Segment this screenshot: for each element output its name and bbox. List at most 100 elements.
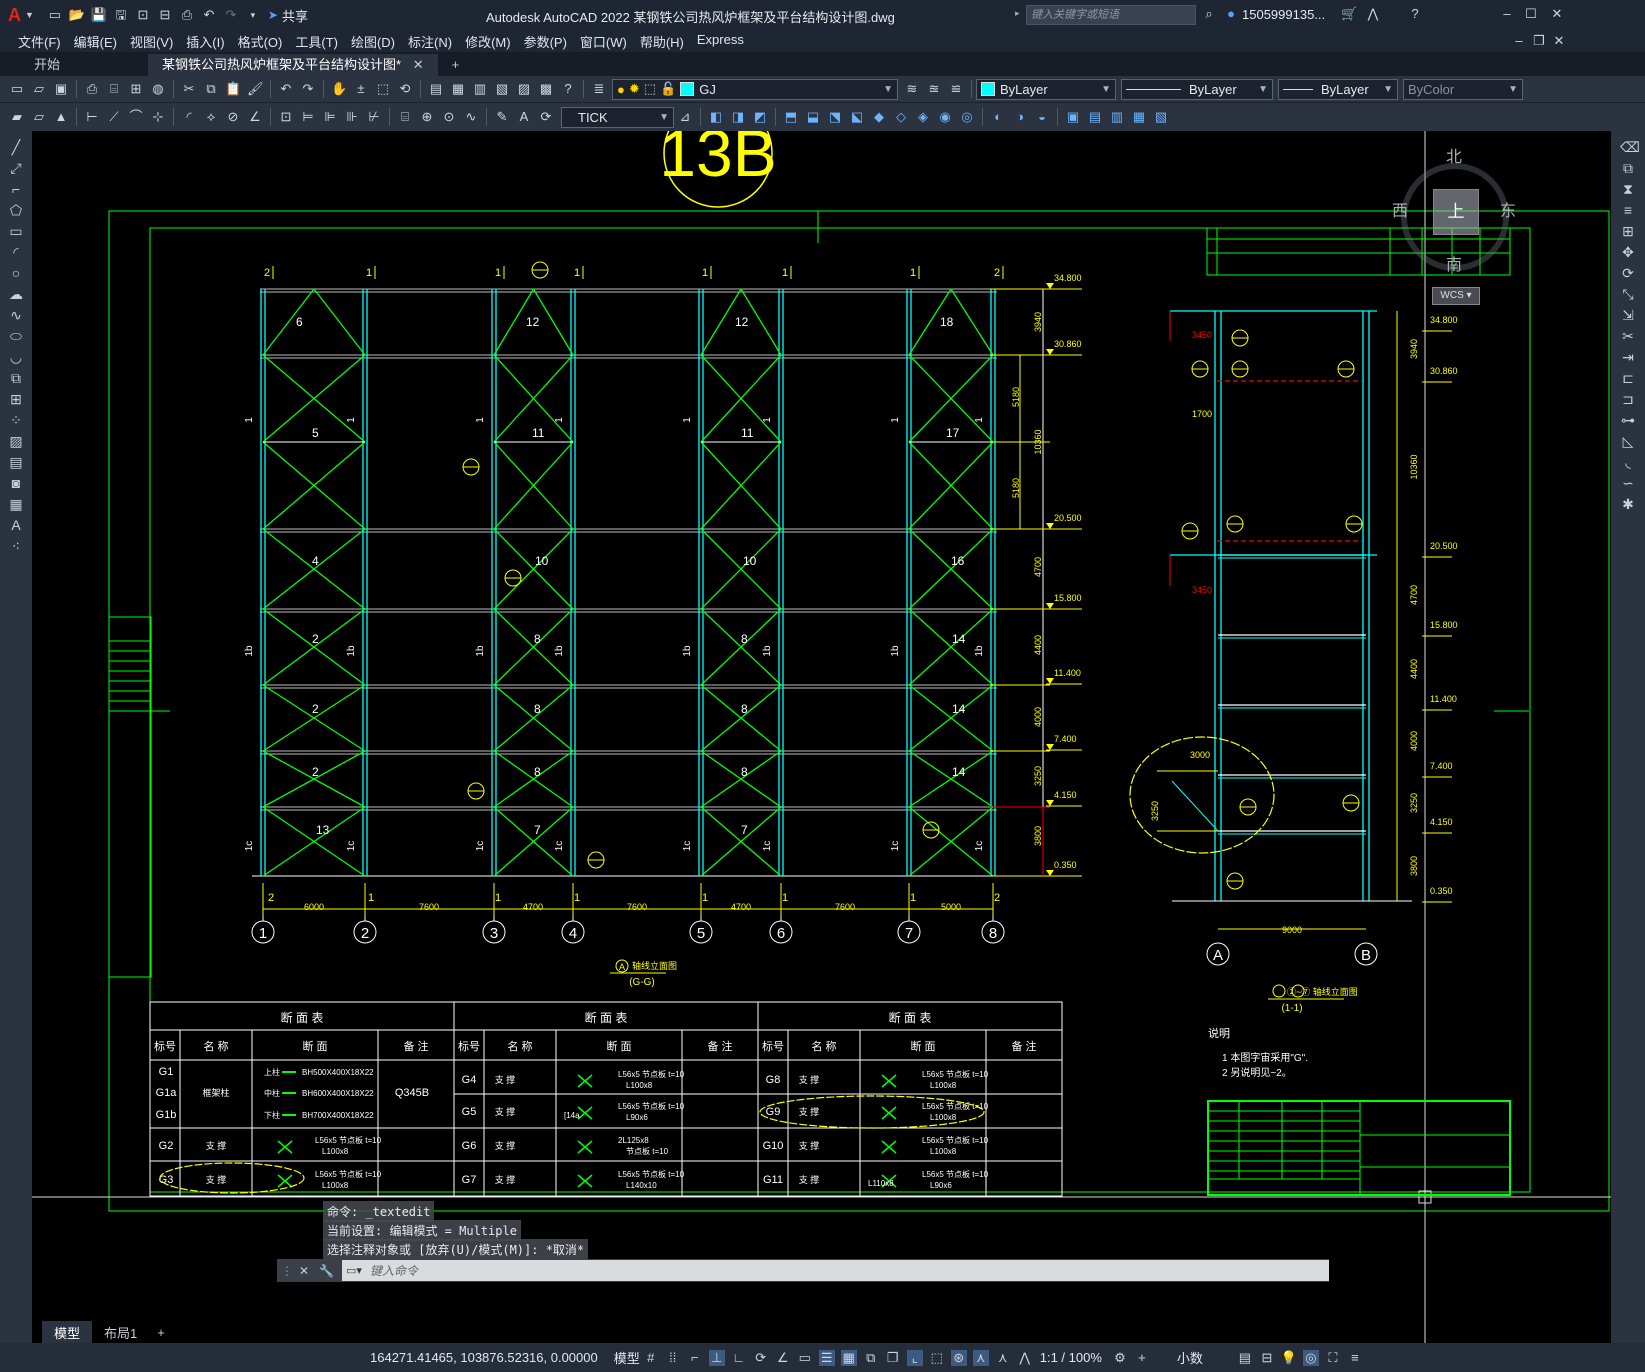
web-open-icon[interactable]: ⊡	[135, 7, 151, 23]
clean-screen-icon[interactable]: ⛶	[1325, 1350, 1341, 1366]
quick-dim-icon[interactable]: ⊡	[278, 109, 294, 125]
menu-item-5[interactable]: 工具(T)	[295, 32, 338, 51]
zoom-realtime-icon[interactable]: ±	[353, 81, 369, 97]
arc-tool-icon[interactable]: ◜	[8, 244, 24, 260]
osnap-icon[interactable]: ▭	[797, 1350, 813, 1366]
wedge-icon[interactable]: ▦	[1131, 109, 1147, 125]
region-tool-icon[interactable]: ◙	[8, 475, 24, 491]
material-icon[interactable]: ◒	[1034, 109, 1050, 125]
tab-add-button[interactable]: +	[438, 54, 474, 76]
selection-cycling-icon[interactable]: ⧉	[863, 1350, 879, 1366]
tool-palettes-icon[interactable]: ▥	[472, 81, 488, 97]
viewcube[interactable]: 上 北 南 西 东 WCS ▾	[1392, 141, 1516, 321]
ellipse-arc-tool-icon[interactable]: ◡	[8, 349, 24, 365]
menu-item-6[interactable]: 绘图(D)	[351, 32, 395, 51]
selection-filter-icon[interactable]: ⬚	[929, 1350, 945, 1366]
explode-tool-icon[interactable]: ✱	[1620, 496, 1636, 512]
rectangle-tool-icon[interactable]: ▭	[8, 223, 24, 239]
lightbulb-icon[interactable]: ●	[617, 82, 625, 97]
command-close-icon[interactable]: ✕	[299, 1264, 309, 1278]
redo-toolbar-icon[interactable]: ↷	[300, 81, 316, 97]
line-tool-icon[interactable]: ╱	[8, 139, 24, 155]
undo-icon[interactable]: ↶	[201, 7, 217, 23]
menu-item-10[interactable]: 窗口(W)	[580, 32, 627, 51]
ortho-icon[interactable]: ⊥	[708, 1349, 725, 1366]
menu-item-8[interactable]: 修改(M)	[465, 32, 511, 51]
auto-scale-icon[interactable]: ⋏	[995, 1350, 1011, 1366]
customization-icon[interactable]: ≡	[1347, 1350, 1363, 1366]
3d-dwf-icon[interactable]: ◍	[150, 81, 166, 97]
dim-radius-icon[interactable]: ◜	[181, 109, 197, 125]
search-input[interactable]: 键入关键字或短语	[1026, 5, 1196, 25]
join-tool-icon[interactable]: ⊶	[1620, 412, 1636, 428]
layer-tool-icon[interactable]: ▰	[9, 109, 25, 125]
align-3d-icon[interactable]: ⬔	[827, 109, 843, 125]
jogged-linear-icon[interactable]: ∿	[463, 109, 479, 125]
color-dropdown[interactable]: ByLayer ▼	[976, 78, 1116, 100]
tab-close-icon[interactable]: ✕	[413, 57, 424, 72]
polyline-tool-icon[interactable]: ⌐	[8, 181, 24, 197]
annotation-visibility-icon[interactable]: ⋏	[972, 1349, 989, 1366]
add-selected-icon[interactable]: ⁖	[8, 538, 24, 554]
lock-ui-icon[interactable]: ⊟	[1259, 1350, 1275, 1366]
plotstyle-dropdown[interactable]: ByColor ▼	[1403, 78, 1523, 100]
menu-item-0[interactable]: 文件(F)	[18, 32, 61, 51]
design-center-icon[interactable]: ▦	[450, 81, 466, 97]
menu-item-3[interactable]: 插入(I)	[186, 32, 224, 51]
view-top-icon[interactable]: ◧	[708, 109, 724, 125]
erase-tool-icon[interactable]: ⌫	[1620, 139, 1640, 155]
scale-tool-icon[interactable]: ⤡	[1620, 286, 1636, 302]
markup-icon[interactable]: ▨	[516, 81, 532, 97]
snap-icon[interactable]: ⁞⁞	[665, 1350, 681, 1366]
construction-line-icon[interactable]: ⤢	[8, 160, 24, 176]
lineweight-dropdown[interactable]: ByLayer ▼	[1278, 78, 1398, 100]
move-3d-icon[interactable]: ⬒	[783, 109, 799, 125]
insert-block-icon[interactable]: ⧉	[8, 370, 24, 386]
viewcube-west[interactable]: 西	[1392, 197, 1408, 221]
dim-linear-icon[interactable]: ⊢	[84, 109, 100, 125]
save-icon[interactable]: 💾	[91, 7, 107, 23]
layer-walk-icon[interactable]: ▲	[53, 109, 69, 125]
gradient-tool-icon[interactable]: ▤	[8, 454, 24, 470]
grid-icon[interactable]: #	[643, 1350, 659, 1366]
annotation-scale-icon[interactable]: ⋀	[1017, 1350, 1033, 1366]
gizmo-icon[interactable]: ⊛	[950, 1349, 967, 1366]
ucs-menu-button[interactable]: WCS ▾	[1432, 287, 1480, 305]
dim-baseline-icon[interactable]: ⊨	[300, 109, 316, 125]
menu-item-2[interactable]: 视图(V)	[130, 32, 173, 51]
close-icon[interactable]: ✕	[1549, 6, 1565, 22]
undo-toolbar-icon[interactable]: ↶	[278, 81, 294, 97]
maximize-icon[interactable]: ☐	[1523, 6, 1539, 22]
pan-icon[interactable]: ✋	[331, 81, 347, 97]
menu-item-12[interactable]: Express	[697, 32, 744, 51]
render-icon[interactable]: ◑	[1012, 109, 1028, 125]
calculator-icon[interactable]: ▩	[538, 81, 554, 97]
viewcube-east[interactable]: 东	[1500, 197, 1516, 221]
command-customize-icon[interactable]: 🔧	[319, 1264, 334, 1278]
revcloud-tool-icon[interactable]: ☁	[8, 286, 24, 302]
dim-continue-icon[interactable]: ⊫	[322, 109, 338, 125]
share-icon[interactable]: ➤	[268, 8, 278, 22]
workspace-icon[interactable]: ⚙	[1112, 1350, 1128, 1366]
linetype-dropdown[interactable]: ByLayer ▼	[1121, 78, 1273, 100]
dim-update-icon[interactable]: ⟳	[538, 109, 554, 125]
dim-jogged-icon[interactable]: ⟡	[203, 109, 219, 125]
layer-iso-icon[interactable]: ▱	[31, 109, 47, 125]
array-3d-icon[interactable]: ◆	[871, 109, 887, 125]
offset-tool-icon[interactable]: ≡	[1620, 202, 1636, 218]
viewcube-face-top[interactable]: 上	[1433, 189, 1479, 235]
open-icon[interactable]: ▱	[31, 81, 47, 97]
sheet-set-icon[interactable]: ▧	[494, 81, 510, 97]
command-grip-icon[interactable]: ⋮	[281, 1264, 293, 1278]
array-tool-icon[interactable]: ⊞	[1620, 223, 1636, 239]
cone-icon[interactable]: ▧	[1153, 109, 1169, 125]
center-mark-icon[interactable]: ⊕	[419, 109, 435, 125]
new-icon[interactable]: ▭	[9, 81, 25, 97]
copy-tool-icon[interactable]: ⧉	[1620, 160, 1636, 176]
user-name[interactable]: 1505999135...	[1242, 7, 1325, 22]
save-toolbar-icon[interactable]: ▣	[53, 81, 69, 97]
break-tool-icon[interactable]: ⊐	[1620, 391, 1636, 407]
3d-osnap-icon[interactable]: ❐	[885, 1350, 901, 1366]
sweep-icon[interactable]: ◉	[937, 109, 953, 125]
trim-tool-icon[interactable]: ✂	[1620, 328, 1636, 344]
